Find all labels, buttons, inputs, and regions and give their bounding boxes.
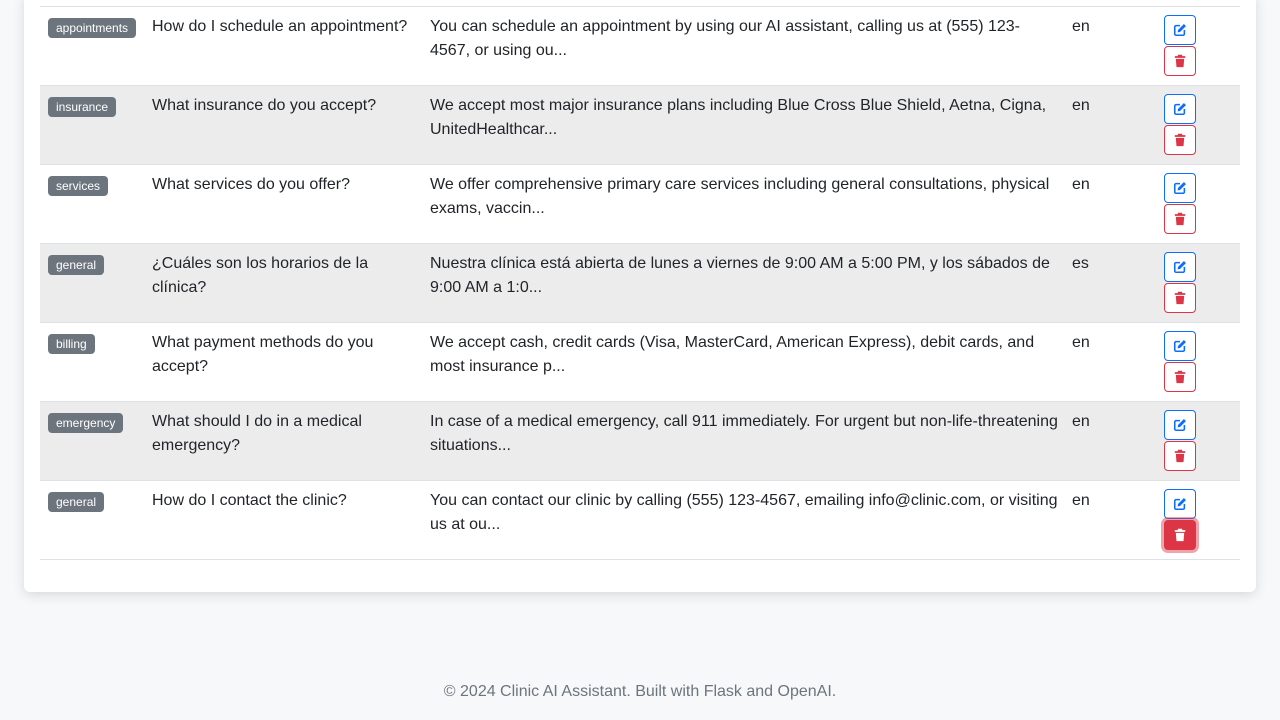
answer-cell: We offer comprehensive primary care serv… bbox=[430, 176, 1050, 217]
delete-button[interactable] bbox=[1164, 362, 1196, 392]
question-cell: How do I schedule an appointment? bbox=[152, 18, 408, 35]
edit-icon bbox=[1173, 261, 1186, 274]
delete-button[interactable] bbox=[1164, 520, 1196, 550]
edit-button[interactable] bbox=[1164, 410, 1196, 440]
table-row: general How do I contact the clinic? You… bbox=[40, 481, 1240, 560]
table-row: general ¿Cuáles son los horarios de la c… bbox=[40, 244, 1240, 323]
category-badge: billing bbox=[48, 334, 95, 354]
category-badge: insurance bbox=[48, 97, 117, 117]
edit-icon bbox=[1173, 182, 1186, 195]
edit-button[interactable] bbox=[1164, 252, 1196, 282]
edit-button[interactable] bbox=[1164, 173, 1196, 203]
language-cell: en bbox=[1072, 334, 1090, 351]
footer-text: © 2024 Clinic AI Assistant. Built with F… bbox=[443, 683, 837, 700]
answer-cell: In case of a medical emergency, call 911… bbox=[430, 413, 1058, 454]
answer-cell: We accept cash, credit cards (Visa, Mast… bbox=[430, 334, 1035, 375]
question-cell: What services do you offer? bbox=[152, 176, 351, 193]
table-row: emergency What should I do in a medical … bbox=[40, 402, 1240, 481]
table-row: appointments How do I schedule an appoin… bbox=[40, 7, 1240, 86]
edit-icon bbox=[1173, 419, 1186, 432]
table-row: services What services do you offer? We … bbox=[40, 165, 1240, 244]
answer-cell: We accept most major insurance plans inc… bbox=[430, 97, 1047, 138]
trash-icon bbox=[1174, 54, 1186, 68]
category-badge: general bbox=[48, 255, 105, 275]
answer-cell: You can contact our clinic by calling (5… bbox=[430, 492, 1058, 533]
language-cell: en bbox=[1072, 176, 1090, 193]
faq-card: appointments How do I schedule an appoin… bbox=[24, 0, 1256, 592]
trash-icon bbox=[1174, 291, 1186, 305]
language-cell: es bbox=[1072, 255, 1089, 272]
trash-icon bbox=[1174, 528, 1186, 542]
answer-cell: You can schedule an appointment by using… bbox=[430, 18, 1021, 59]
trash-icon bbox=[1174, 133, 1186, 147]
language-cell: en bbox=[1072, 18, 1090, 35]
table-row: insurance What insurance do you accept? … bbox=[40, 86, 1240, 165]
category-badge: appointments bbox=[48, 18, 137, 38]
delete-button[interactable] bbox=[1164, 204, 1196, 234]
delete-button[interactable] bbox=[1164, 125, 1196, 155]
category-badge: general bbox=[48, 492, 105, 512]
edit-button[interactable] bbox=[1164, 489, 1196, 519]
question-cell: What insurance do you accept? bbox=[152, 97, 377, 114]
language-cell: en bbox=[1072, 492, 1090, 509]
language-cell: en bbox=[1072, 413, 1090, 430]
answer-cell: Nuestra clínica está abierta de lunes a … bbox=[430, 255, 1050, 296]
table-row: billing What payment methods do you acce… bbox=[40, 323, 1240, 402]
trash-icon bbox=[1174, 212, 1186, 226]
edit-icon bbox=[1173, 103, 1186, 116]
question-cell: How do I contact the clinic? bbox=[152, 492, 347, 509]
edit-icon bbox=[1173, 498, 1186, 511]
trash-icon bbox=[1174, 449, 1186, 463]
delete-button[interactable] bbox=[1164, 441, 1196, 471]
trash-icon bbox=[1174, 370, 1186, 384]
edit-icon bbox=[1173, 24, 1186, 37]
delete-button[interactable] bbox=[1164, 46, 1196, 76]
question-cell: What payment methods do you accept? bbox=[152, 334, 374, 375]
category-badge: services bbox=[48, 176, 109, 196]
edit-button[interactable] bbox=[1164, 331, 1196, 361]
language-cell: en bbox=[1072, 97, 1090, 114]
edit-icon bbox=[1173, 340, 1186, 353]
question-cell: What should I do in a medical emergency? bbox=[152, 413, 362, 454]
edit-button[interactable] bbox=[1164, 15, 1196, 45]
faq-table: appointments How do I schedule an appoin… bbox=[40, 6, 1240, 560]
question-cell: ¿Cuáles son los horarios de la clínica? bbox=[152, 255, 369, 296]
edit-button[interactable] bbox=[1164, 94, 1196, 124]
delete-button[interactable] bbox=[1164, 283, 1196, 313]
category-badge: emergency bbox=[48, 413, 124, 433]
